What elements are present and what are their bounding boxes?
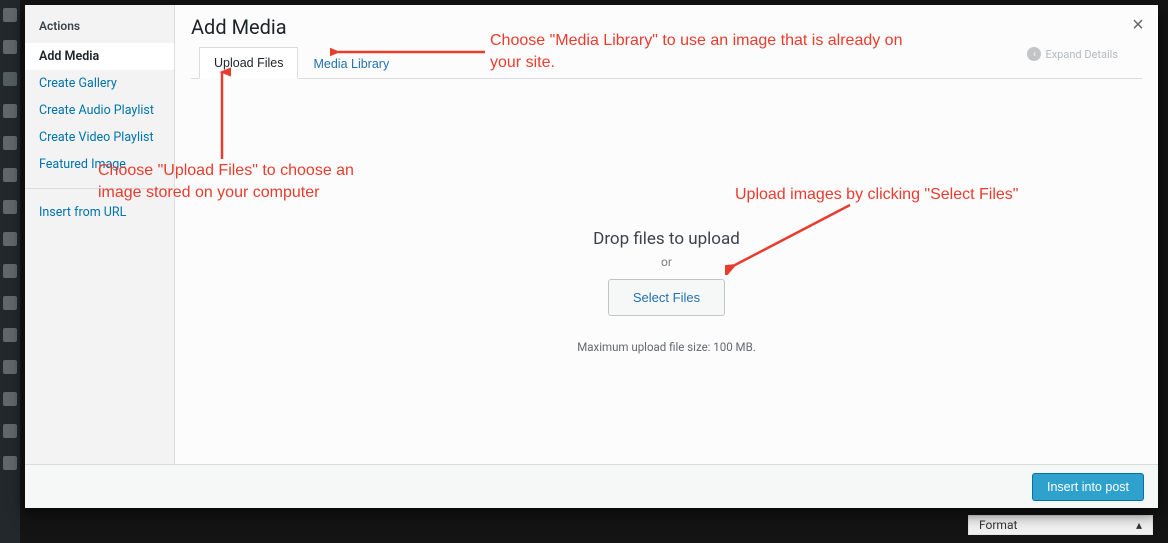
tab-media-library[interactable]: Media Library: [298, 47, 404, 79]
wp-menu-icon: [3, 40, 17, 54]
sidebar-separator: [25, 188, 174, 189]
wp-menu-icon: [3, 136, 17, 150]
wp-admin-sidebar: [0, 0, 20, 543]
modal-title: Add Media: [191, 15, 1142, 47]
media-modal: Actions Add Media Create Gallery Create …: [25, 5, 1158, 508]
sidebar-heading: Actions: [25, 19, 174, 43]
wp-menu-icon: [3, 456, 17, 470]
media-tabs: Upload Files Media Library: [191, 47, 1142, 79]
close-button[interactable]: ×: [1124, 11, 1152, 39]
caret-up-icon: ▴: [1136, 518, 1142, 532]
modal-footer: Insert into post: [25, 464, 1158, 508]
close-icon: ×: [1132, 14, 1144, 36]
wp-menu-icon: [3, 104, 17, 118]
sidebar-item-insert-from-url[interactable]: Insert from URL: [25, 199, 174, 226]
drop-title: Drop files to upload: [577, 229, 756, 249]
wp-menu-icon: [3, 424, 17, 438]
bg-meta-box-label: Format: [979, 518, 1017, 532]
wp-menu-icon: [3, 232, 17, 246]
wp-menu-icon: [3, 168, 17, 182]
upload-dropzone[interactable]: Drop files to upload or Select Files Max…: [175, 79, 1158, 464]
chevron-left-icon: ‹: [1027, 47, 1041, 61]
sidebar-item-add-media[interactable]: Add Media: [25, 43, 174, 70]
wp-menu-icon: [3, 200, 17, 214]
sidebar-item-featured-image[interactable]: Featured Image: [25, 151, 174, 178]
modal-sidebar: Actions Add Media Create Gallery Create …: [25, 5, 175, 464]
max-upload-size-label: Maximum upload file size: 100 MB.: [577, 340, 756, 354]
wp-menu-icon: [3, 264, 17, 278]
drop-or-label: or: [577, 255, 756, 269]
modal-main: × ‹ Expand Details Add Media Upload File…: [175, 5, 1158, 464]
sidebar-item-create-video-playlist[interactable]: Create Video Playlist: [25, 124, 174, 151]
wp-menu-icon: [3, 328, 17, 342]
insert-into-post-button[interactable]: Insert into post: [1032, 473, 1144, 501]
wp-menu-icon: [3, 392, 17, 406]
tab-upload-files[interactable]: Upload Files: [199, 47, 298, 79]
bg-meta-box[interactable]: Format ▴: [968, 515, 1153, 535]
sidebar-item-create-audio-playlist[interactable]: Create Audio Playlist: [25, 97, 174, 124]
select-files-button[interactable]: Select Files: [608, 279, 725, 316]
wp-menu-icon: [3, 296, 17, 310]
sidebar-item-create-gallery[interactable]: Create Gallery: [25, 70, 174, 97]
wp-menu-icon: [3, 8, 17, 22]
expand-details-toggle[interactable]: ‹ Expand Details: [1027, 47, 1118, 61]
expand-details-label: Expand Details: [1045, 48, 1118, 61]
wp-menu-icon: [3, 72, 17, 86]
wp-menu-icon: [3, 360, 17, 374]
